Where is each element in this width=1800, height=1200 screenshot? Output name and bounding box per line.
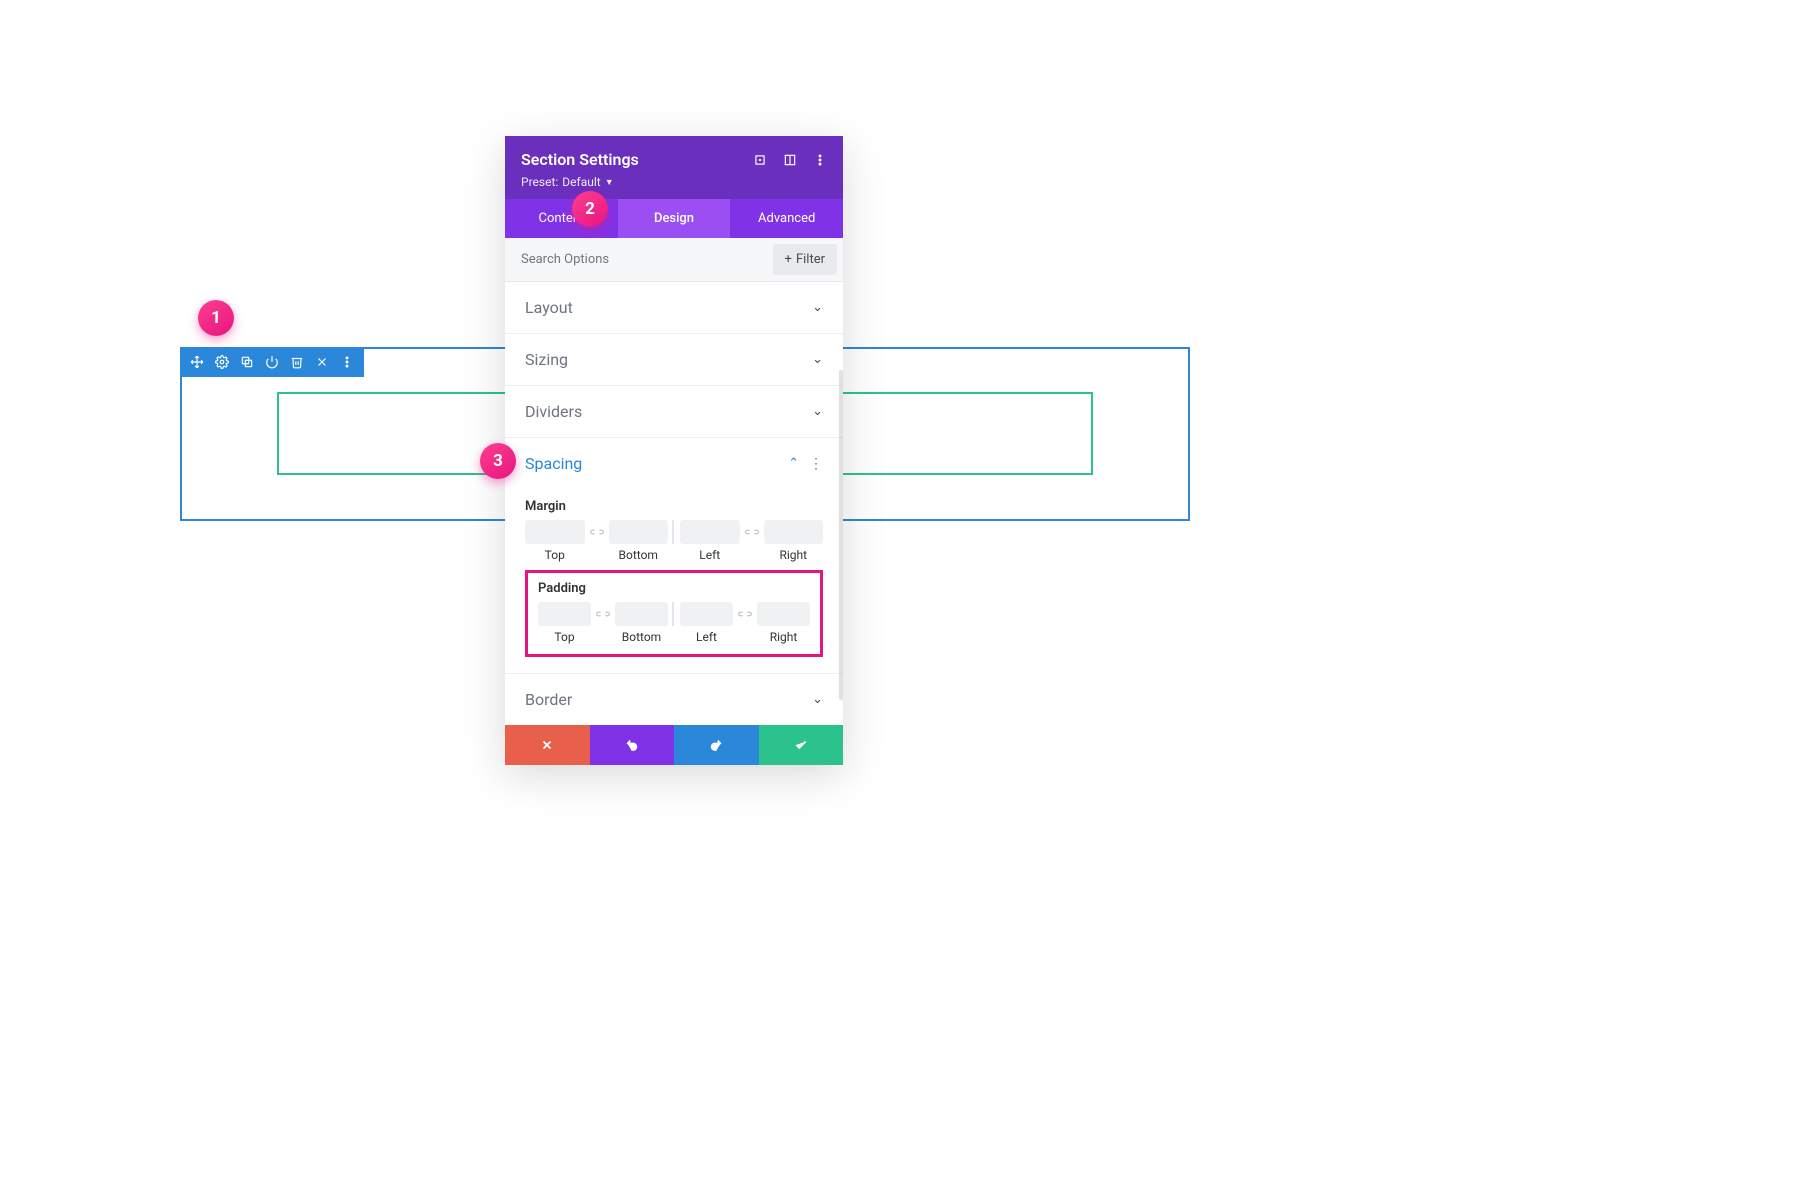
more-icon[interactable] <box>340 355 354 369</box>
close-icon[interactable] <box>315 355 329 369</box>
accordion-spacing: Spacing ⌃ ⋮ Margin Top Bottom <box>505 438 843 674</box>
padding-right-input[interactable] <box>757 602 810 626</box>
margin-inputs <box>525 520 823 544</box>
plus-icon: + <box>785 252 792 267</box>
padding-bottom-input[interactable] <box>615 602 668 626</box>
chevron-down-icon: ▼ <box>605 177 614 188</box>
power-icon[interactable] <box>265 355 279 369</box>
margin-bottom-input[interactable] <box>609 520 669 544</box>
margin-label: Margin <box>525 499 823 514</box>
padding-top-input[interactable] <box>538 602 591 626</box>
accordion-head-spacing[interactable]: Spacing ⌃ ⋮ <box>505 438 843 489</box>
settings-panel: Section Settings Preset: Default ▼ Conte… <box>505 136 843 765</box>
scrollbar[interactable] <box>839 370 843 700</box>
margin-left-input[interactable] <box>680 520 740 544</box>
filter-label: Filter <box>796 252 825 267</box>
side-label: Left <box>680 630 733 644</box>
side-label: Left <box>680 548 740 562</box>
confirm-button[interactable] <box>759 725 844 765</box>
accordion-sizing: Sizing ⌄ <box>505 334 843 386</box>
accordion-title: Border <box>525 690 572 709</box>
chevron-down-icon: ⌄ <box>812 300 823 315</box>
section-toolbar <box>180 347 364 377</box>
accordion-title: Spacing <box>525 454 582 473</box>
divider <box>672 520 674 544</box>
link-icon[interactable] <box>737 605 753 624</box>
panel-title: Section Settings <box>521 150 639 169</box>
accordion-dividers: Dividers ⌄ <box>505 386 843 438</box>
accordion-body-spacing: Margin Top Bottom Left Right Paddi <box>505 489 843 673</box>
link-icon[interactable] <box>595 605 611 624</box>
panel-header: Section Settings Preset: Default ▼ <box>505 136 843 199</box>
tab-advanced[interactable]: Advanced <box>730 199 843 238</box>
gear-icon[interactable] <box>215 355 229 369</box>
undo-button[interactable] <box>590 725 675 765</box>
preset-selector[interactable]: Preset: Default ▼ <box>521 175 827 189</box>
accordion-head-layout[interactable]: Layout ⌄ <box>505 282 843 333</box>
side-label: Right <box>764 548 824 562</box>
tabs: Content Design Advanced <box>505 199 843 238</box>
snap-icon[interactable] <box>783 153 797 167</box>
panel-footer <box>505 725 843 765</box>
side-label: Top <box>525 548 585 562</box>
tab-design[interactable]: Design <box>618 199 731 238</box>
accordion-title: Dividers <box>525 402 582 421</box>
side-label: Right <box>757 630 810 644</box>
preset-label: Preset: <box>521 175 558 189</box>
move-icon[interactable] <box>190 355 204 369</box>
more-icon[interactable] <box>813 153 827 167</box>
accordion-head-border[interactable]: Border ⌄ <box>505 674 843 725</box>
chevron-down-icon: ⌄ <box>812 352 823 367</box>
annotation-badge-2: 2 <box>572 191 608 227</box>
accordion-title: Sizing <box>525 350 568 369</box>
divider <box>672 602 674 626</box>
side-label: Bottom <box>609 548 669 562</box>
annotation-badge-3: 3 <box>480 443 516 479</box>
accordion-layout: Layout ⌄ <box>505 282 843 334</box>
side-label: Top <box>538 630 591 644</box>
margin-top-input[interactable] <box>525 520 585 544</box>
padding-left-input[interactable] <box>680 602 733 626</box>
accordion-head-dividers[interactable]: Dividers ⌄ <box>505 386 843 437</box>
expand-icon[interactable] <box>753 153 767 167</box>
duplicate-icon[interactable] <box>240 355 254 369</box>
trash-icon[interactable] <box>290 355 304 369</box>
filter-button[interactable]: + Filter <box>773 244 837 275</box>
chevron-down-icon: ⌄ <box>812 692 823 707</box>
search-input[interactable] <box>505 240 767 279</box>
padding-label: Padding <box>538 581 810 596</box>
accordion-head-sizing[interactable]: Sizing ⌄ <box>505 334 843 385</box>
link-icon[interactable] <box>744 523 760 542</box>
search-row: + Filter <box>505 238 843 282</box>
preset-value: Default <box>562 175 600 189</box>
annotation-badge-1: 1 <box>198 300 234 336</box>
margin-right-input[interactable] <box>764 520 824 544</box>
padding-inputs <box>538 602 810 626</box>
chevron-up-icon: ⌃ <box>788 456 799 471</box>
side-label: Bottom <box>615 630 668 644</box>
cancel-button[interactable] <box>505 725 590 765</box>
redo-button[interactable] <box>674 725 759 765</box>
accordion-title: Layout <box>525 298 573 317</box>
accordion-border: Border ⌄ <box>505 674 843 725</box>
link-icon[interactable] <box>589 523 605 542</box>
more-icon[interactable]: ⋮ <box>809 457 823 471</box>
padding-highlight: Padding Top Bottom Left <box>525 570 823 657</box>
chevron-down-icon: ⌄ <box>812 404 823 419</box>
